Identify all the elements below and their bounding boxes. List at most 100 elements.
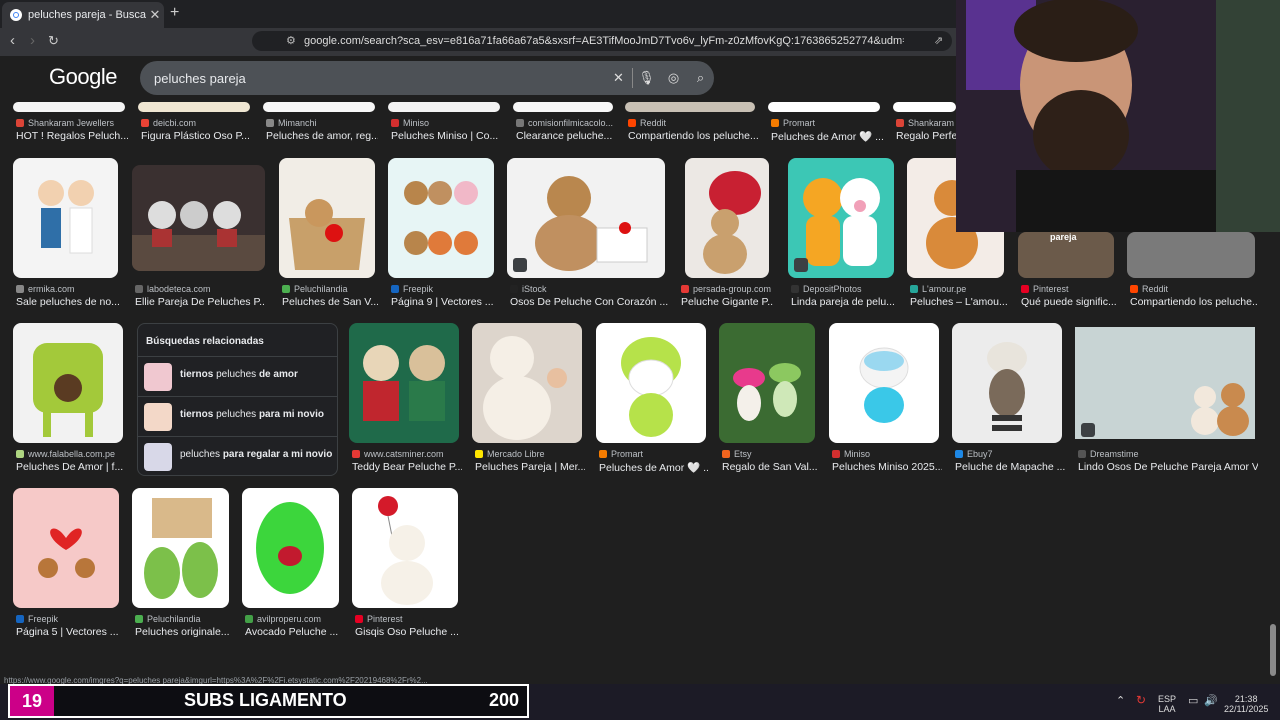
search-box[interactable]: peluches pareja ✕ 🎙 ◎ ⌕ — [140, 61, 714, 95]
voice-search-icon[interactable]: 🎙 — [633, 70, 660, 86]
result-title[interactable]: Avocado Peluche ... — [245, 626, 342, 638]
result-title[interactable]: Página 5 | Vectores ... — [16, 626, 122, 638]
image-result[interactable] — [242, 488, 339, 608]
result-title[interactable]: Peluche Gigante P... — [681, 296, 773, 308]
result-title[interactable]: Peluche de Mapache ... — [955, 461, 1065, 473]
result-title[interactable]: Peluches De Amor | f... — [16, 461, 126, 473]
related-mid: peluches — [216, 409, 259, 420]
lens-icon[interactable]: ◎ — [660, 70, 687, 86]
result-source: Peluchilandia — [147, 614, 201, 624]
volume-icon[interactable]: 🔊 — [1204, 696, 1218, 707]
tray-app-icon[interactable]: ↻ — [1136, 694, 1146, 706]
image-result[interactable] — [893, 102, 956, 112]
network-icon[interactable]: ▭ — [1188, 696, 1198, 707]
page-scrollbar[interactable] — [1270, 624, 1276, 676]
result-title[interactable]: Linda pareja de pelu... — [791, 296, 897, 308]
image-result[interactable] — [132, 488, 229, 608]
result-title[interactable]: Gisqis Oso Peluche ... — [355, 626, 461, 638]
image-result[interactable] — [472, 323, 582, 443]
result-title[interactable]: Peluches de San V... — [282, 296, 378, 308]
image-result[interactable] — [13, 323, 123, 443]
result-title[interactable]: Página 9 | Vectores ... — [391, 296, 499, 308]
result-title[interactable]: Peluches Miniso 2025... — [832, 461, 942, 473]
image-result[interactable] — [132, 165, 265, 271]
image-result[interactable] — [596, 323, 706, 443]
image-result[interactable] — [349, 323, 459, 443]
image-result[interactable] — [352, 488, 458, 608]
result-source: Pinterest — [367, 614, 403, 624]
image-result[interactable] — [719, 323, 815, 443]
back-icon[interactable]: ‹ — [10, 32, 15, 49]
result-title[interactable]: Peluches originale... — [135, 626, 232, 638]
result-title[interactable]: Peluches Pareja | Mer... — [475, 461, 585, 473]
result-title[interactable]: Peluches de Amor 🤍 ... — [599, 461, 709, 474]
clock-date: 22/11/2025 — [1224, 704, 1269, 714]
related-label: tiernos peluches de amor — [180, 369, 298, 380]
result-title[interactable]: Figura Plástico Oso P... — [141, 130, 253, 142]
result-title[interactable]: Clearance peluche... — [516, 130, 616, 142]
result-title[interactable]: Compartiendo los peluche... — [1130, 296, 1258, 308]
image-result[interactable] — [279, 158, 375, 278]
image-result[interactable] — [952, 323, 1062, 443]
image-result[interactable] — [138, 102, 250, 112]
result-title[interactable]: Regalo Perfec... — [896, 130, 956, 142]
result-title[interactable]: Qué puede signific... — [1021, 296, 1117, 308]
image-result[interactable] — [263, 102, 375, 112]
image-result[interactable] — [13, 158, 118, 278]
google-favicon-icon — [10, 9, 22, 21]
result-source: L'amour.pe — [922, 284, 967, 294]
result-title[interactable]: Peluches – L'amou... — [910, 296, 1007, 308]
result-source: Etsy — [734, 449, 752, 459]
image-result[interactable] — [388, 158, 494, 278]
result-source: Miniso — [844, 449, 871, 459]
image-result[interactable] — [768, 102, 880, 112]
result-title[interactable]: Peluches Miniso | Co... — [391, 130, 503, 142]
result-title[interactable]: Peluches de Amor 🤍 ... — [771, 130, 883, 143]
image-result[interactable] — [13, 102, 125, 112]
result-title[interactable]: Sale peluches de no... — [16, 296, 121, 308]
site-info-icon[interactable]: ⚙ — [286, 34, 296, 47]
related-item[interactable]: tiernos peluches de amor — [138, 356, 337, 397]
result-title[interactable]: Lindo Osos De Peluche Pareja Amor V... — [1078, 461, 1258, 473]
clear-icon[interactable]: ✕ — [605, 70, 632, 86]
result-title[interactable]: Teddy Bear Peluche P... — [352, 461, 462, 473]
result-title[interactable]: Ellie Pareja De Peluches P... — [135, 296, 265, 308]
clock[interactable]: 21:38 22/11/2025 — [1224, 694, 1268, 714]
address-bar[interactable]: ⚙ google.com/search?sca_esv=e816a71fa66a… — [252, 31, 952, 51]
result-title[interactable]: Osos De Peluche Con Corazón ... — [510, 296, 670, 308]
result-title[interactable]: HOT ! Regalos Peluch... — [16, 130, 128, 142]
search-icon[interactable]: ⌕ — [687, 70, 714, 86]
image-result[interactable]: pareja — [1018, 232, 1114, 278]
avocado-pair-thumbnail — [144, 498, 218, 599]
avocado-heart-thumbnail — [256, 502, 324, 594]
forward-icon[interactable]: › — [30, 32, 35, 49]
result-source: Reddit — [1142, 284, 1169, 294]
close-tab-icon[interactable]: ✕ — [146, 7, 164, 23]
tray-chevron-icon[interactable]: ⌃ — [1116, 696, 1125, 707]
image-result[interactable] — [1127, 232, 1255, 278]
image-result[interactable] — [507, 158, 665, 278]
language-indicator[interactable]: ESP LAA — [1158, 694, 1176, 714]
image-result[interactable] — [513, 102, 613, 112]
result-title[interactable]: Compartiendo los peluche... — [628, 130, 758, 142]
new-tab-icon[interactable]: + — [170, 4, 179, 22]
search-input[interactable]: peluches pareja — [154, 71, 605, 86]
google-logo[interactable]: Google — [49, 64, 117, 90]
related-item[interactable]: tiernos peluches para mi novio — [138, 396, 337, 437]
result-source: avilproperu.com — [257, 614, 322, 624]
image-result[interactable] — [788, 158, 894, 278]
image-result[interactable] — [13, 488, 119, 608]
image-result[interactable] — [388, 102, 500, 112]
reload-icon[interactable]: ↻ — [48, 33, 59, 49]
image-result[interactable] — [829, 323, 939, 443]
share-icon[interactable]: ⇗ — [934, 34, 943, 47]
image-result[interactable] — [685, 158, 769, 278]
result-title[interactable]: Peluches de amor, reg... — [266, 130, 378, 142]
browser-tab[interactable]: peluches pareja - Buscar con Go ✕ — [2, 2, 164, 28]
frog-bunny-thumbnail — [621, 337, 681, 437]
image-result[interactable] — [1075, 327, 1255, 439]
related-heading: Búsquedas relacionadas — [146, 336, 264, 347]
image-result[interactable] — [625, 102, 755, 112]
related-item[interactable]: peluches para regalar a mi novio — [138, 436, 337, 477]
result-title[interactable]: Regalo de San Val... — [722, 461, 818, 473]
